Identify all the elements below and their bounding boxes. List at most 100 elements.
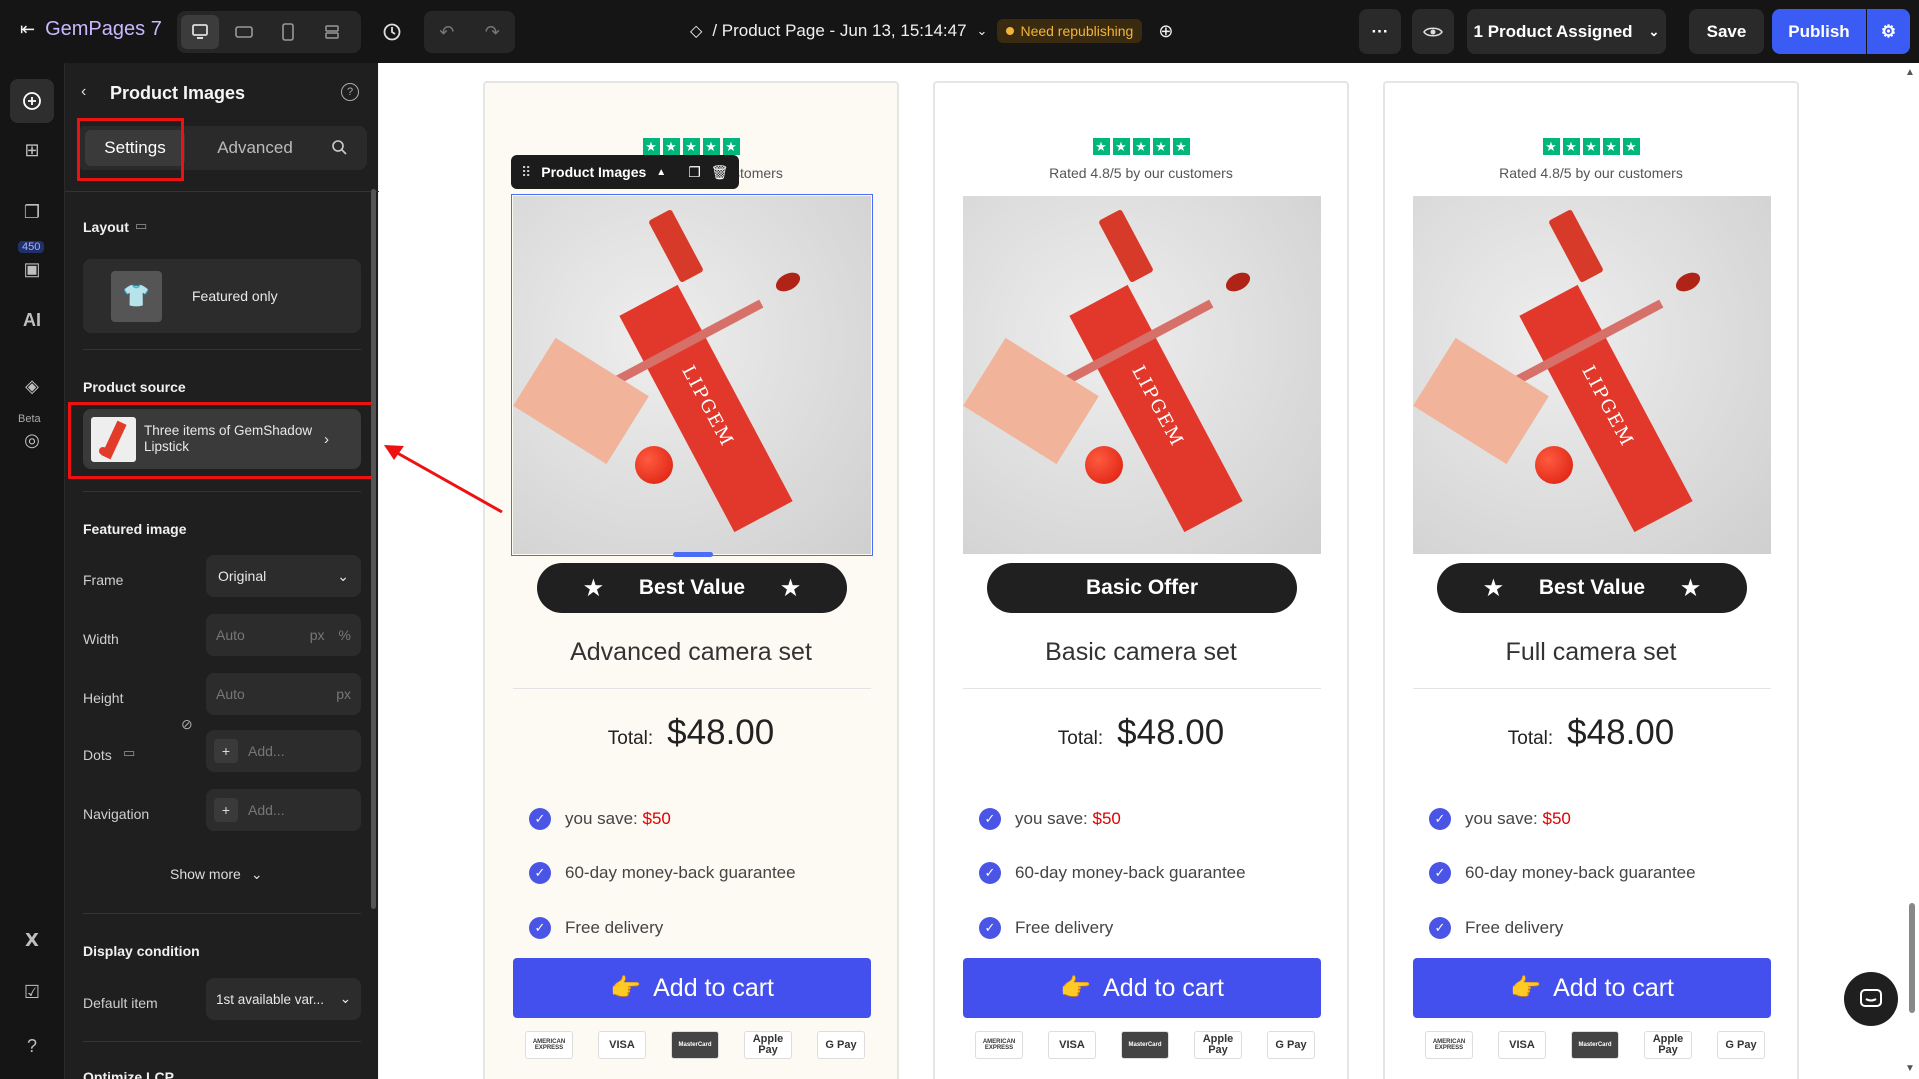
product-source-highlight [68,402,374,479]
divider [83,913,361,914]
more-options-button[interactable]: ··· [1359,9,1401,54]
sections-icon[interactable]: ⊞ [19,137,45,163]
layout-selector[interactable]: 👕 Featured only [83,259,361,333]
panel-title: Product Images [110,83,246,103]
undo-redo-group: ↶ ↷ [424,11,515,53]
unit-px[interactable]: px [310,627,325,643]
page-title-area[interactable]: ◇ / Product Page - Jun 13, 15:14:47 ⌄ Ne… [690,19,1173,43]
caret-up-icon[interactable]: ▲ [656,167,666,178]
height-label: Height [83,690,124,706]
check-icon: ✓ [979,808,1001,830]
default-item-select[interactable]: 1st available var... ⌄ [206,978,361,1020]
payment-card-icon: G Pay [1717,1031,1765,1059]
scroll-down-arrow[interactable]: ▼ [1905,1063,1915,1074]
payment-card-icon: VISA [598,1031,646,1059]
product-source-label: Product source [83,379,186,395]
price-block: Total: $48.00 [485,713,897,753]
offer-badge: Basic Offer [987,563,1297,613]
dots-add[interactable]: + Add... [206,730,361,772]
x-icon[interactable]: 𝗫 [19,927,45,953]
tab-advanced[interactable]: Advanced [200,130,310,166]
star-icon: ★ [1484,576,1503,600]
annotation-arrow [384,445,503,514]
save-button[interactable]: Save [1689,9,1764,54]
product-card: ★★★★★Rated 4.8/5 by our customersLIPGEM★… [483,81,899,1079]
back-to-dashboard[interactable]: ⇤ GemPages 7 [20,18,162,41]
height-input[interactable]: Auto px [206,673,361,715]
library-icon[interactable]: ▣ [19,256,45,282]
featured-image-label: Featured image [83,521,187,537]
pages-icon[interactable]: ❐ [19,199,45,225]
ai-icon[interactable]: AI [19,307,45,333]
price-block: Total: $48.00 [1385,713,1797,753]
price: $48.00 [1567,713,1675,752]
beta-label: Beta [18,413,41,425]
link-icon[interactable]: ⊘ [181,716,193,733]
element-toolbar[interactable]: ⠿ Product Images ▲ ❐ 🗑 [511,155,739,189]
beta-tool-icon[interactable]: ◎ [19,427,45,453]
status-badge: Need republishing [997,19,1143,43]
unit-percent[interactable]: % [339,627,351,643]
payment-card-icon: AMERICAN EXPRESS [1425,1031,1473,1059]
check-icon: ✓ [1429,808,1451,830]
width-input[interactable]: Auto px % [206,614,361,656]
chevron-down-icon: ⌄ [339,991,351,1006]
undo-icon[interactable]: ↶ [439,22,454,43]
publish-button[interactable]: Publish [1772,9,1866,54]
trustpilot-star-icon: ★ [1562,138,1580,155]
preview-button[interactable] [1412,9,1454,54]
trustpilot-star-icon: ★ [1092,138,1110,155]
product-image[interactable]: LIPGEM [963,196,1321,554]
back-icon[interactable]: ‹ [81,83,86,101]
search-icon[interactable] [331,139,347,160]
navigation-add[interactable]: + Add... [206,789,361,831]
checklist-icon[interactable]: ☑ [19,979,45,1005]
mobile-icon[interactable] [269,15,307,49]
history-icon[interactable] [380,20,404,44]
drag-handle-icon[interactable]: ⠿ [521,164,531,181]
offer-badge: ★ Best Value ★ [1437,563,1747,613]
canvas-scrollbar[interactable] [1909,903,1915,1013]
add-to-cart-button[interactable]: 👉 Add to cart [963,958,1321,1018]
feature-item: ✓ 60-day money-back guarantee [1429,862,1696,884]
globe-icon[interactable]: ⊕ [1158,21,1173,42]
product-card: ★★★★★Rated 4.8/5 by our customersLIPGEM★… [1383,81,1799,1079]
duplicate-icon[interactable]: ❐ [688,164,701,181]
product-assigned-dropdown[interactable]: 1 Product Assigned ⌄ [1467,9,1666,54]
payment-icons: AMERICAN EXPRESS VISA MasterCard Apple Pay G… [525,1031,865,1059]
frame-select[interactable]: Original ⌄ [206,555,361,597]
desktop-icon[interactable] [181,15,219,49]
payment-card-icon: Apple Pay [744,1031,792,1059]
responsive-icon[interactable] [313,15,351,49]
trustpilot-star-icon: ★ [1152,138,1170,155]
selection-outline [511,194,873,556]
page-title: / Product Page - Jun 13, 15:14:47 [712,21,967,40]
scroll-up-arrow[interactable]: ▲ [1905,67,1915,78]
help-icon[interactable]: ? [19,1033,45,1059]
add-to-cart-button[interactable]: 👉 Add to cart [1413,958,1771,1018]
top-bar: ⇤ GemPages 7 ↶ ↷ ◇ / Product Page - Jun … [0,0,1919,63]
resize-handle[interactable] [673,552,713,557]
trustpilot-star-icon: ★ [1582,138,1600,155]
product-name: Basic camera set [1045,638,1237,666]
show-more-button[interactable]: Show more ⌄ [170,866,263,883]
redo-icon[interactable]: ↷ [485,22,500,43]
layers-icon[interactable]: ◈ [19,373,45,399]
trash-icon[interactable]: 🗑 [711,164,729,181]
panel-scrollbar[interactable] [371,189,376,909]
divider [83,1041,361,1042]
eye-icon [1423,26,1443,37]
add-to-cart-button[interactable]: 👉 Add to cart [513,958,871,1018]
chat-button[interactable] [1844,972,1898,1026]
publish-settings-button[interactable]: ⚙ [1867,9,1910,54]
chevron-down-icon: ⌄ [250,866,263,882]
product-image[interactable]: LIPGEM [1413,196,1771,554]
tablet-icon[interactable] [225,15,263,49]
product-name: Full camera set [1505,638,1677,666]
chat-icon [1860,989,1882,1007]
element-label: Product Images [541,164,647,180]
help-badge-icon[interactable]: ? [341,83,359,101]
add-element-icon[interactable] [10,79,54,123]
total-label: Total: [607,728,654,749]
left-rail: ⊞ ❐ 450 ▣ AI ◈ Beta ◎ 𝗫 ☑ ? [0,63,64,1079]
